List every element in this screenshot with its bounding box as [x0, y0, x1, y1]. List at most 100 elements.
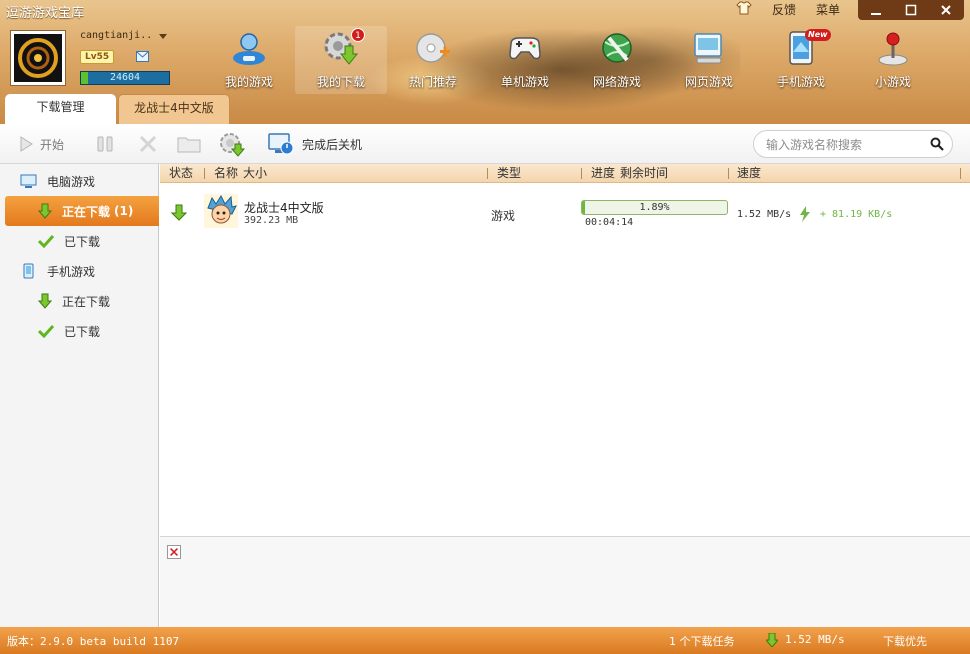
column-size[interactable]: 大小: [243, 164, 267, 183]
sidebar-item-pc-downloading[interactable]: 正在下载 (1): [5, 196, 159, 226]
nav-mini-games[interactable]: 小游戏: [847, 26, 939, 94]
status-bar: 版本：2.9.0 beta build 1107 1 个下载任务 1.52 MB…: [0, 627, 970, 654]
minimize-button[interactable]: [858, 0, 893, 20]
menu-link[interactable]: 菜单: [816, 1, 840, 18]
avatar-image: [14, 34, 62, 82]
sidebar-category-label: 手机游戏: [47, 264, 96, 279]
search-icon[interactable]: [930, 137, 944, 151]
column-divider[interactable]: [728, 168, 729, 179]
avatar[interactable]: [10, 30, 66, 86]
feedback-link[interactable]: 反馈: [772, 1, 796, 18]
user-games-icon: [233, 33, 265, 65]
pause-icon: [97, 136, 113, 152]
column-divider[interactable]: [581, 168, 582, 179]
download-arrow-icon: [38, 293, 52, 309]
sidebar-item-label: 已下载: [64, 324, 101, 339]
download-settings-button[interactable]: [218, 130, 246, 158]
nav-online-games[interactable]: 网络游戏: [571, 26, 663, 94]
open-folder-button[interactable]: [177, 130, 201, 158]
column-divider[interactable]: [960, 168, 961, 179]
nav-label: 单机游戏: [500, 75, 549, 89]
ad-panel: [160, 536, 970, 627]
column-speed[interactable]: 速度: [737, 164, 761, 183]
table-row[interactable]: 龙战士4中文版 392.23 MB 游戏 1.89% 00:04:14 1.52…: [160, 184, 970, 244]
close-button[interactable]: [929, 0, 964, 20]
close-icon: [941, 5, 952, 15]
download-size: 392.23 MB: [244, 215, 299, 226]
sidebar-item-label: 正在下载: [62, 294, 111, 309]
download-priority-button[interactable]: 下载优先: [883, 633, 927, 649]
sidebar-category-pc-games[interactable]: 电脑游戏: [0, 166, 159, 196]
nav-label: 热门推荐: [408, 75, 457, 89]
sidebar: 电脑游戏 正在下载 (1) 已下载 手机游戏 正在下载 已下载: [0, 164, 159, 627]
search-input[interactable]: [766, 135, 926, 154]
broken-image-icon: [167, 545, 181, 559]
column-name[interactable]: 名称: [214, 164, 238, 183]
start-button[interactable]: 开始: [18, 130, 64, 158]
shutdown-label: 完成后关机: [302, 137, 363, 152]
tab-bar: 下载管理 龙战士4中文版: [0, 94, 970, 124]
column-progress[interactable]: 进度: [591, 164, 615, 183]
nav-single-player[interactable]: 单机游戏: [479, 26, 571, 94]
download-remaining-time: 00:04:14: [585, 217, 634, 228]
total-speed: 1.52 MB/s: [785, 633, 845, 646]
sidebar-item-label: 已下载: [64, 234, 101, 249]
sidebar-category-label: 电脑游戏: [47, 174, 96, 189]
column-divider[interactable]: [204, 168, 205, 179]
folder-icon: [177, 137, 201, 153]
sidebar-item-count: (1): [114, 204, 134, 218]
sidebar-item-mobile-downloaded[interactable]: 已下载: [5, 316, 159, 346]
tab-download-manager[interactable]: 下载管理: [5, 94, 116, 124]
nav-label: 手机游戏: [776, 75, 825, 89]
nav-web-games[interactable]: 网页游戏: [663, 26, 755, 94]
mail-icon[interactable]: [136, 51, 149, 62]
task-count: 1 个下载任务: [669, 635, 735, 648]
minimize-icon: [870, 13, 881, 15]
nav-mobile-games[interactable]: New 手机游戏: [755, 26, 847, 94]
sidebar-item-label: 正在下载: [62, 204, 111, 219]
column-type[interactable]: 类型: [497, 164, 521, 183]
sidebar-category-mobile-games[interactable]: 手机游戏: [0, 256, 159, 286]
column-remaining-time[interactable]: 剩余时间: [620, 164, 668, 183]
download-count-badge: 1: [351, 28, 365, 42]
sidebar-item-mobile-downloading[interactable]: 正在下载: [5, 286, 159, 316]
start-label: 开始: [40, 137, 65, 152]
shutdown-after-complete-button[interactable]: 完成后关机: [268, 130, 362, 158]
top-navigation: 我的游戏 1 我的下载 热门推荐 单机游戏 网络游戏 网页游戏 New 手机游戏…: [203, 26, 939, 94]
skin-tshirt-icon[interactable]: [736, 1, 752, 15]
delete-button[interactable]: [138, 130, 158, 158]
maximize-button[interactable]: [893, 0, 928, 20]
checkmark-icon: [38, 324, 54, 338]
username[interactable]: cangtianji..: [80, 30, 152, 41]
toolbar: 开始 完成后关机: [0, 124, 970, 164]
nav-label: 小游戏: [874, 75, 911, 89]
settings-download-icon: [220, 133, 246, 157]
version-text: 版本：2.9.0 beta build 1107: [7, 635, 180, 648]
experience-bar: 24604: [80, 71, 170, 85]
monitor-power-icon: [268, 133, 294, 155]
nav-label: 网页游戏: [684, 75, 733, 89]
chevron-down-icon[interactable]: [158, 31, 168, 41]
nav-label: 我的下载: [316, 75, 365, 89]
column-status[interactable]: 状态: [169, 164, 193, 183]
disc-plus-icon: [416, 33, 450, 63]
gamepad-icon: [509, 37, 541, 60]
nav-hot-recommend[interactable]: 热门推荐: [387, 26, 479, 94]
column-divider[interactable]: [487, 168, 488, 179]
nav-my-games[interactable]: 我的游戏: [203, 26, 295, 94]
window-controls: [858, 0, 964, 20]
downloading-status-icon: [171, 204, 187, 221]
download-boost-speed: + 81.19 KB/s: [820, 209, 893, 220]
tab-game-page[interactable]: 龙战士4中文版: [118, 94, 230, 124]
new-badge: New: [805, 29, 831, 41]
maximize-icon: [905, 4, 917, 16]
download-arrow-icon: [38, 203, 52, 219]
download-progress-bar: 1.89%: [581, 200, 728, 215]
avatar-emblem-icon: [18, 38, 58, 78]
sidebar-item-pc-downloaded[interactable]: 已下载: [5, 226, 159, 256]
download-list: 龙战士4中文版 392.23 MB 游戏 1.89% 00:04:14 1.52…: [160, 184, 970, 536]
pause-button[interactable]: [96, 130, 114, 158]
download-progress-text: 1.89%: [639, 202, 670, 213]
nav-my-downloads[interactable]: 1 我的下载: [295, 26, 387, 94]
play-icon: [20, 136, 33, 152]
